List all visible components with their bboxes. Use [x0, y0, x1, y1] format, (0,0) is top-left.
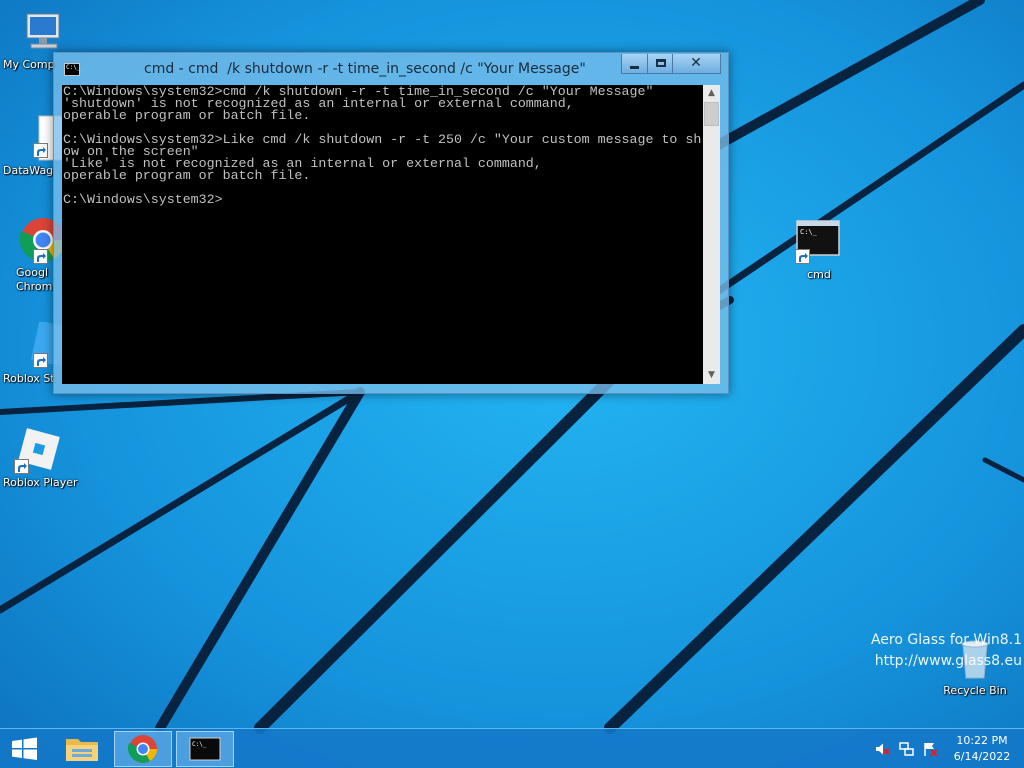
windows-logo-icon — [12, 737, 37, 760]
console-prompt: C:\Windows\system32> — [63, 192, 223, 207]
maximize-button[interactable] — [647, 54, 673, 74]
shortcut-arrow-icon — [14, 459, 29, 474]
roblox-player-icon — [14, 426, 62, 474]
taskbar-file-explorer[interactable] — [56, 731, 108, 767]
watermark-line1: Aero Glass for Win8.1 — [870, 632, 1022, 648]
taskbar-command-prompt[interactable]: C:\_ — [176, 731, 234, 767]
speaker-muted-icon[interactable] — [874, 741, 890, 757]
desktop: My Comp DataWag Googl Chrom Roblox St Ro… — [0, 0, 1024, 768]
taskbar-google-chrome[interactable] — [114, 731, 172, 767]
taskbar: C:\_ 10:22 PM 6/14/2022 — [0, 728, 1024, 768]
scroll-down-button[interactable]: ▼ — [703, 367, 720, 384]
desktop-icon-roblox-player[interactable]: Roblox Player — [0, 426, 86, 490]
console-icon: C:\_ — [189, 737, 221, 761]
window-titlebar[interactable]: C:\_ cmd - cmd /k shutdown -r -t time_in… — [54, 53, 728, 85]
shortcut-arrow-icon — [795, 249, 810, 264]
scroll-up-button[interactable]: ▲ — [703, 85, 720, 102]
desktop-icon-label: Roblox Player — [3, 476, 78, 489]
desktop-icon-label: cmd — [807, 268, 831, 281]
close-button[interactable]: ✕ — [673, 54, 721, 74]
folder-icon — [66, 739, 98, 761]
minimize-icon — [630, 66, 639, 69]
desktop-icon-cmd[interactable]: C:\_ cmd — [776, 218, 862, 282]
watermark-line2: http://www.glass8.eu — [874, 653, 1022, 669]
vertical-scrollbar[interactable]: ▲ ▼ — [703, 85, 720, 384]
console-text: C:\Windows\system32>cmd /k shutdown -r -… — [62, 85, 701, 207]
close-icon: ✕ — [690, 55, 702, 71]
console-window-icon[interactable]: C:\_ — [64, 63, 80, 76]
window-title: cmd - cmd /k shutdown -r -t time_in_seco… — [144, 61, 586, 77]
svg-text:C:\_: C:\_ — [800, 228, 818, 236]
taskbar-clock[interactable]: 10:22 PM 6/14/2022 — [946, 733, 1018, 765]
start-button[interactable] — [0, 731, 50, 767]
minimize-button[interactable] — [621, 54, 647, 74]
console-output[interactable]: C:\Windows\system32>cmd /k shutdown -r -… — [62, 85, 703, 384]
console-line: operable program or batch file. — [63, 108, 311, 123]
aero-glass-watermark: Aero Glass for Win8.1 http://www.glass8.… — [862, 630, 1022, 672]
console-icon: C:\_ — [795, 218, 843, 266]
maximize-icon — [656, 59, 666, 67]
command-prompt-window[interactable]: C:\_ cmd - cmd /k shutdown -r -t time_in… — [53, 52, 729, 394]
clock-date: 6/14/2022 — [953, 750, 1011, 763]
network-icon[interactable] — [898, 741, 914, 757]
desktop-icon-label: Recycle Bin — [943, 684, 1007, 697]
clock-time: 10:22 PM — [956, 734, 1008, 747]
shortcut-arrow-icon — [33, 353, 48, 368]
console-line: operable program or batch file. — [63, 168, 311, 183]
shortcut-arrow-icon — [33, 249, 48, 264]
taskbar-console-icon-text: C:\_ — [192, 741, 207, 748]
computer-icon — [19, 8, 67, 56]
shortcut-arrow-icon — [33, 143, 48, 158]
chrome-icon — [127, 735, 157, 763]
console-window-icon-text: C:\_ — [66, 64, 81, 71]
action-center-flag-icon[interactable] — [922, 741, 938, 757]
scrollbar-thumb[interactable] — [704, 102, 719, 126]
